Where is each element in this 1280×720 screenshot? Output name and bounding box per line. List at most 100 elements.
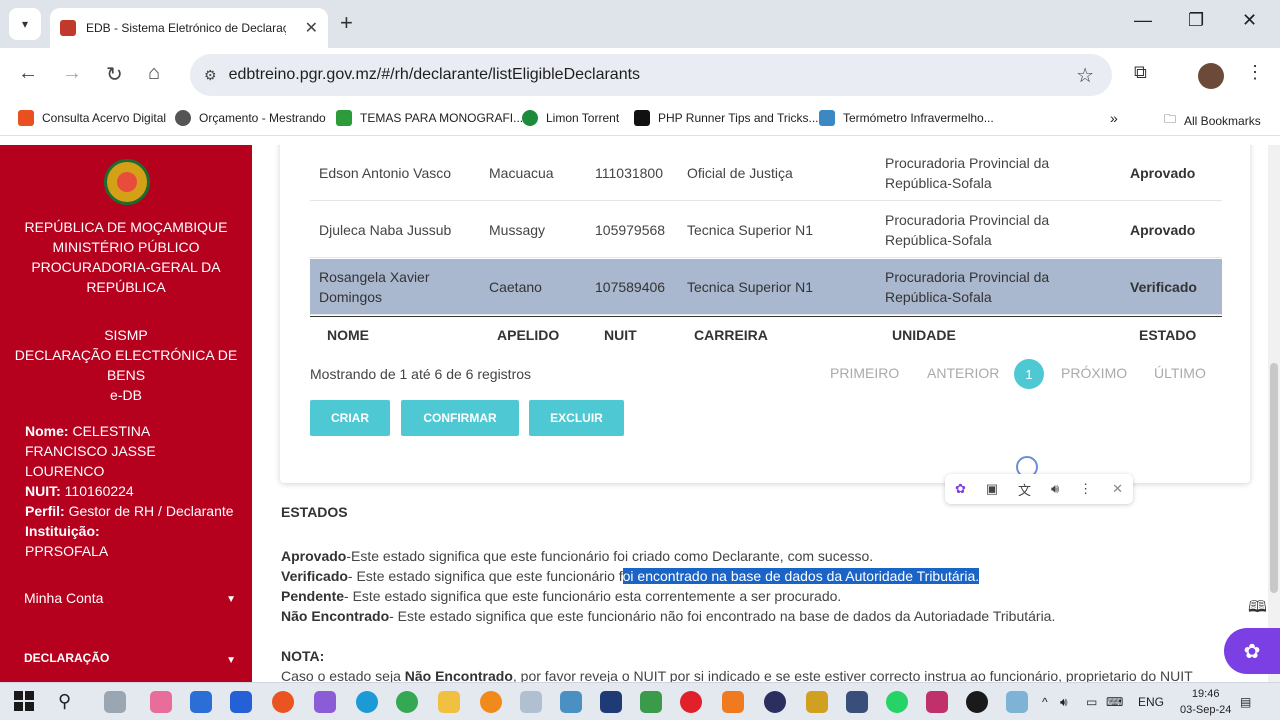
address-bar[interactable]: ⚙ edbtreino.pgr.gov.mz/#/rh/declarante/l… [190, 54, 1112, 96]
pager-previous[interactable]: ANTERIOR [927, 365, 999, 381]
forward-icon[interactable]: → [62, 62, 82, 85]
app-icon[interactable] [560, 691, 582, 713]
legend-desc: - Este estado significa que este funcion… [347, 568, 623, 584]
org-title: REPÚBLICA DE MOÇAMBIQUE MINISTÉRIO PÚBLI… [0, 217, 252, 297]
app-icon[interactable] [806, 691, 828, 713]
extensions-icon[interactable]: ⧉ [1134, 62, 1147, 83]
notepad-icon[interactable] [640, 691, 662, 713]
save-icon[interactable]: ▣ [986, 481, 998, 497]
pager-current-page[interactable]: 1 [1014, 359, 1044, 389]
bookmark-label: Orçamento - Mestrando [199, 111, 326, 125]
restore-icon[interactable]: ❐ [1188, 10, 1204, 31]
notifications-icon[interactable]: ▤ [1240, 695, 1251, 709]
bookmark-item[interactable]: Limon Torrent [522, 110, 619, 126]
app-icon[interactable] [520, 691, 542, 713]
sys-line: SISMP [104, 327, 148, 343]
new-tab-icon[interactable]: + [340, 10, 353, 36]
more-bookmarks-icon[interactable]: » [1110, 110, 1118, 126]
clock[interactable]: 19:46 03-Sep-24 [1180, 686, 1231, 718]
app-icon[interactable] [926, 691, 948, 713]
back-icon[interactable]: ← [18, 62, 38, 85]
criar-button[interactable]: CRIAR [310, 400, 390, 436]
confirmar-button[interactable]: CONFIRMAR [401, 400, 519, 436]
close-tab-icon[interactable]: ✕ [305, 18, 318, 38]
cell-carreira: Tecnica Superior N1 [687, 222, 814, 238]
table-row-selected[interactable]: Rosangela Xavier Domingos Caetano 107589… [310, 259, 1222, 315]
legend-desc: -Este estado significa que este funcioná… [346, 548, 874, 564]
home-icon[interactable]: ⌂ [148, 62, 160, 85]
tab-favicon-icon [60, 20, 76, 36]
language-indicator[interactable]: ENG [1138, 695, 1164, 709]
reload-icon[interactable]: ↻ [106, 62, 123, 87]
table-row[interactable]: Edson Antonio Vasco Macuacua 111031800 O… [310, 145, 1222, 201]
cell-carreira: Tecnica Superior N1 [687, 279, 814, 295]
read-aloud-icon[interactable]: 🔊︎ [1051, 481, 1059, 497]
site-info-icon[interactable]: ⚙ [204, 67, 217, 84]
app-icon[interactable] [1006, 691, 1028, 713]
copilot-icon[interactable]: ✿ [955, 481, 966, 497]
word-icon[interactable] [230, 691, 252, 713]
app-icon[interactable] [600, 691, 622, 713]
translate-icon[interactable]: 文 [1018, 480, 1031, 499]
virtualbox-icon[interactable] [846, 691, 868, 713]
close-window-icon[interactable]: ✕ [1242, 10, 1257, 31]
more-menu-icon[interactable]: ⋮ [1246, 62, 1264, 83]
record-icon[interactable] [966, 691, 988, 713]
keyboard-icon[interactable]: ⌨ [1106, 695, 1123, 709]
ubuntu-icon[interactable] [272, 691, 294, 713]
pager-next[interactable]: PRÓXIMO [1061, 365, 1127, 381]
network-icon[interactable]: ▭ [1086, 695, 1097, 709]
scrollbar-thumb[interactable] [1270, 363, 1278, 593]
header-nuit[interactable]: NUIT [604, 327, 637, 343]
my-account-menu[interactable]: Minha Conta ▼ [24, 590, 244, 606]
perfil-label: Perfil: [25, 503, 65, 519]
reading-mode-icon[interactable]: 🕮 [1248, 596, 1267, 623]
header-apelido[interactable]: APELIDO [497, 327, 559, 343]
bookmark-item[interactable]: TEMAS PARA MONOGRAFI... [336, 110, 523, 126]
pager-last[interactable]: ÚLTIMO [1154, 365, 1206, 381]
app-icon[interactable] [480, 691, 502, 713]
mail-icon[interactable] [190, 691, 212, 713]
bookmark-star-icon[interactable]: ☆ [1076, 63, 1094, 88]
records-info: Mostrando de 1 até 6 de 6 registros [310, 366, 532, 382]
bookmark-item[interactable]: Consulta Acervo Digital [18, 110, 166, 126]
app-icon[interactable] [764, 691, 786, 713]
close-icon[interactable]: ✕ [1112, 481, 1123, 497]
file-explorer-icon[interactable] [438, 691, 460, 713]
declaracao-menu[interactable]: DECLARAÇÃO ▼ [24, 651, 244, 666]
header-unidade[interactable]: UNIDADE [892, 327, 956, 343]
declaracao-label: DECLARAÇÃO [24, 651, 110, 665]
app-icon[interactable] [150, 691, 172, 713]
search-icon[interactable]: ⚲ [58, 691, 71, 712]
xampp-icon[interactable] [722, 691, 744, 713]
tab-search-button[interactable]: ▾ [9, 8, 41, 40]
caret-down-icon: ▼ [226, 594, 236, 605]
legend-desc: - Este estado significa que este funcion… [389, 608, 1056, 624]
profile-avatar[interactable] [1198, 63, 1224, 89]
task-view-icon[interactable] [104, 691, 126, 713]
ai-assistant-icon[interactable]: ✿ [1224, 628, 1280, 674]
pager-first[interactable]: PRIMEIRO [830, 365, 899, 381]
bookmark-item[interactable]: Termómetro Infravermelho... [819, 110, 994, 126]
minimize-icon[interactable]: — [1134, 10, 1152, 31]
url-text[interactable]: edbtreino.pgr.gov.mz/#/rh/declarante/lis… [229, 66, 640, 84]
volume-icon[interactable]: 🔊︎ [1060, 695, 1068, 710]
windows-start-icon[interactable] [14, 691, 34, 711]
bookmark-item[interactable]: PHP Runner Tips and Tricks... [634, 110, 819, 126]
header-carreira[interactable]: CARREIRA [694, 327, 768, 343]
whatsapp-icon[interactable] [886, 691, 908, 713]
table-row[interactable]: Djuleca Naba Jussub Mussagy 105979568 Te… [310, 202, 1222, 258]
header-estado[interactable]: ESTADO [1139, 327, 1196, 343]
excluir-button[interactable]: EXCLUIR [529, 400, 624, 436]
app-icon[interactable] [314, 691, 336, 713]
bookmark-item[interactable]: Orçamento - Mestrando [175, 110, 326, 126]
browser-tab[interactable]: EDB - Sistema Eletrónico de Declaração d… [50, 8, 328, 48]
edge-icon[interactable] [356, 691, 378, 713]
tray-chevron-icon[interactable]: ^ [1042, 695, 1048, 709]
header-nome[interactable]: NOME [327, 327, 369, 343]
all-bookmarks-button[interactable]: 🗀 All Bookmarks [1164, 110, 1261, 131]
more-options-icon[interactable]: ⋮ [1079, 481, 1092, 497]
page-scrollbar[interactable] [1268, 145, 1280, 682]
opera-icon[interactable] [680, 691, 702, 713]
chrome-icon[interactable] [396, 691, 418, 713]
